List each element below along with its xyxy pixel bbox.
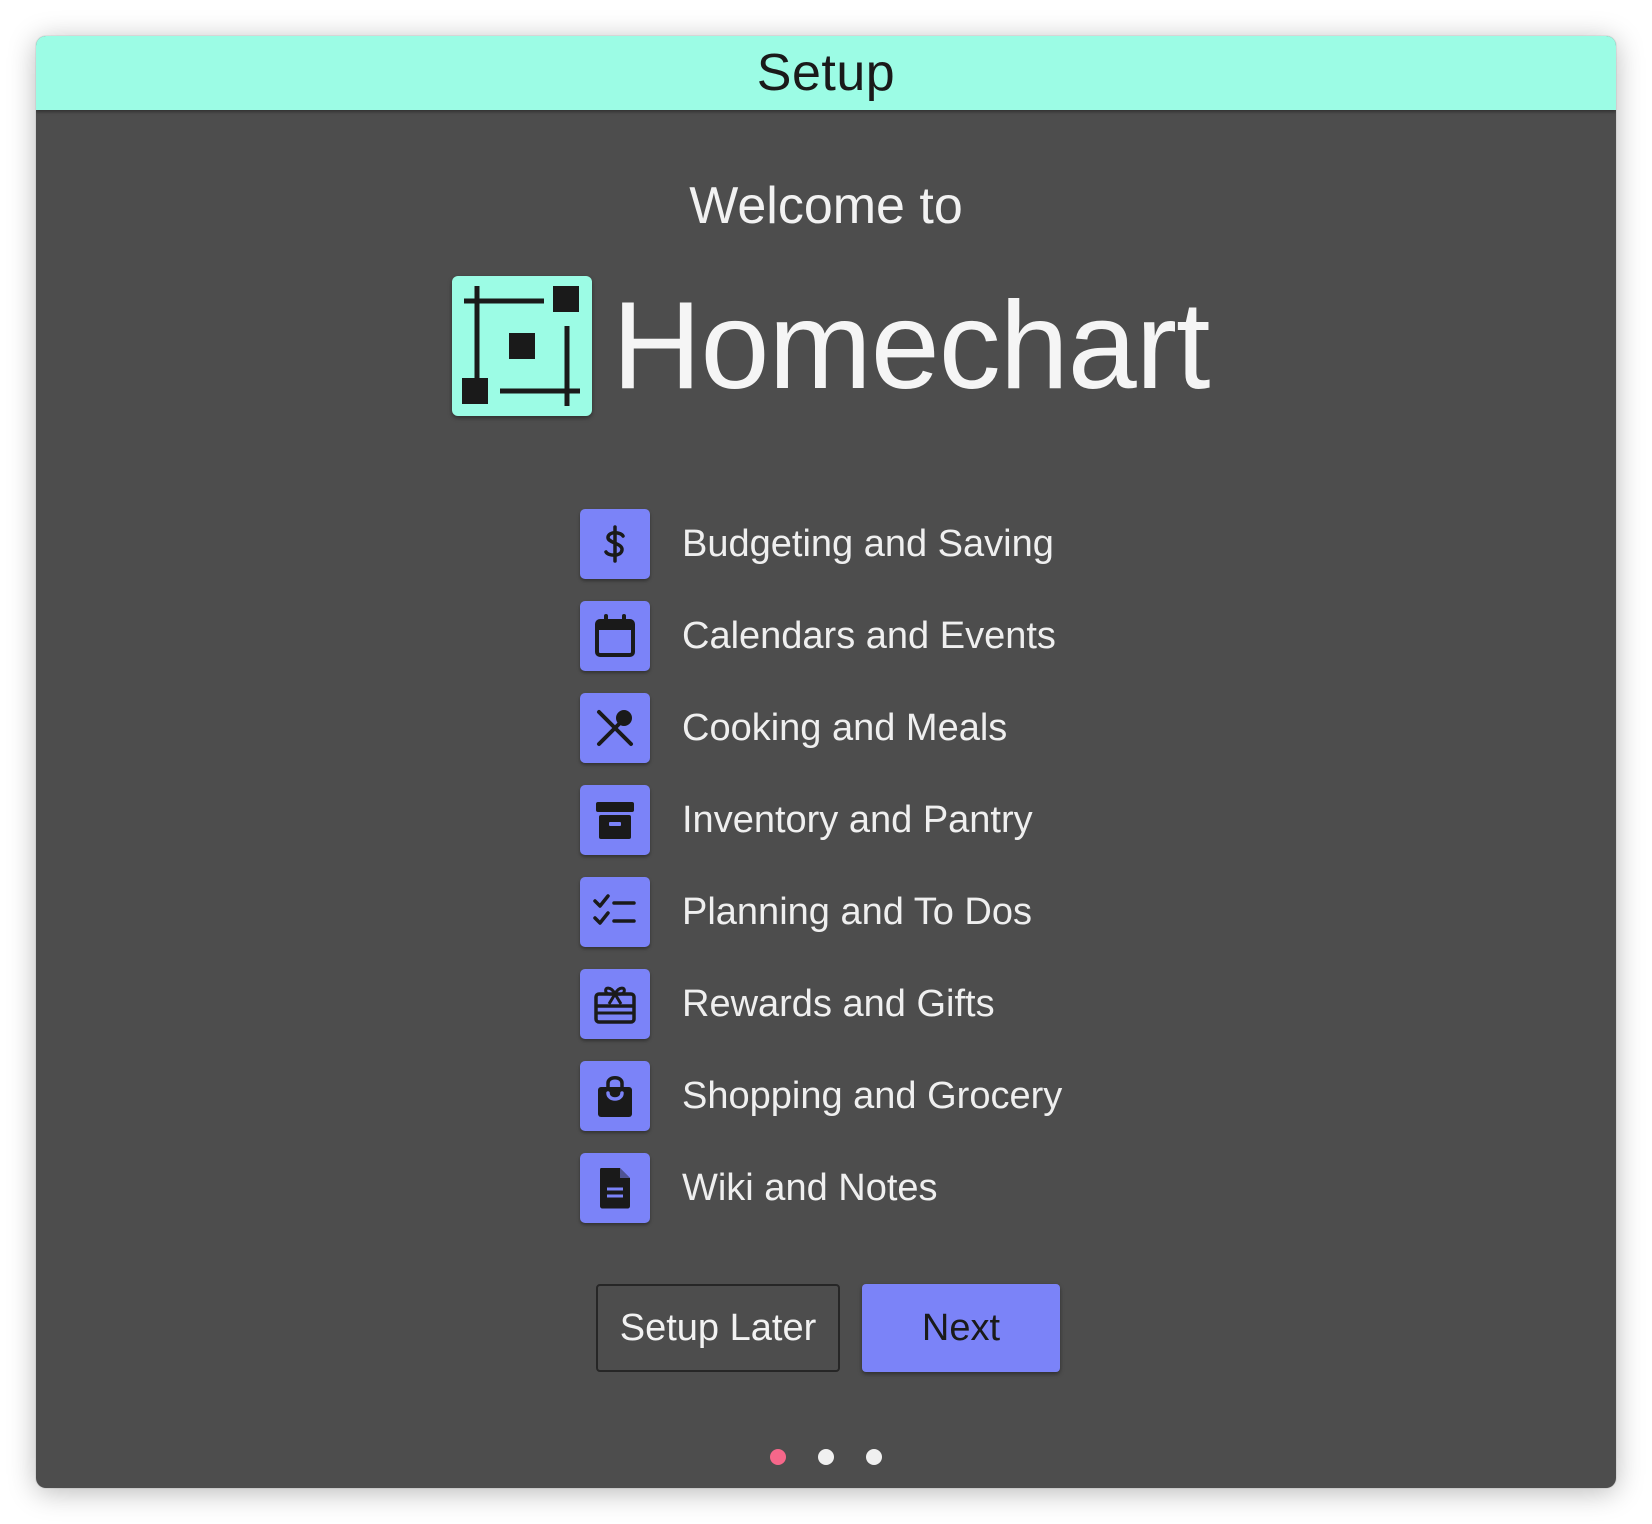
calendar-icon bbox=[580, 601, 650, 671]
feature-label: Inventory and Pantry bbox=[682, 798, 1033, 841]
document-icon bbox=[580, 1153, 650, 1223]
feature-item-inventory: Inventory and Pantry bbox=[580, 774, 1062, 866]
setup-window: Setup Welcome to Homechart Budgeting and… bbox=[36, 36, 1616, 1488]
title-bar: Setup bbox=[36, 36, 1616, 110]
setup-later-button[interactable]: Setup Later bbox=[596, 1284, 840, 1372]
dollar-icon bbox=[580, 509, 650, 579]
page-dot-2[interactable] bbox=[818, 1449, 834, 1465]
feature-label: Planning and To Dos bbox=[682, 890, 1032, 933]
brand: Homechart bbox=[452, 276, 1210, 416]
welcome-text: Welcome to bbox=[689, 177, 963, 235]
feature-label: Cooking and Meals bbox=[682, 706, 1008, 749]
pagination-dots bbox=[36, 1449, 1616, 1465]
feature-label: Budgeting and Saving bbox=[682, 522, 1054, 565]
checklist-icon bbox=[580, 877, 650, 947]
feature-item-shopping: Shopping and Grocery bbox=[580, 1050, 1062, 1142]
feature-item-rewards: Rewards and Gifts bbox=[580, 958, 1062, 1050]
feature-item-planning: Planning and To Dos bbox=[580, 866, 1062, 958]
feature-label: Wiki and Notes bbox=[682, 1166, 938, 1209]
shopping-bag-icon bbox=[580, 1061, 650, 1131]
feature-item-wiki: Wiki and Notes bbox=[580, 1142, 1062, 1234]
next-button[interactable]: Next bbox=[862, 1284, 1060, 1372]
homechart-logo-icon bbox=[452, 276, 592, 416]
feature-label: Shopping and Grocery bbox=[682, 1074, 1063, 1117]
window-title: Setup bbox=[756, 44, 896, 102]
feature-item-calendars: Calendars and Events bbox=[580, 590, 1062, 682]
action-buttons: Setup Later Next bbox=[36, 1284, 1616, 1372]
feature-item-cooking: Cooking and Meals bbox=[580, 682, 1062, 774]
page-dot-1[interactable] bbox=[770, 1449, 786, 1465]
gift-card-icon bbox=[580, 969, 650, 1039]
utensils-icon bbox=[580, 693, 650, 763]
feature-label: Calendars and Events bbox=[682, 614, 1056, 657]
page-dot-3[interactable] bbox=[866, 1449, 882, 1465]
app-name: Homechart bbox=[612, 277, 1210, 415]
feature-item-budgeting: Budgeting and Saving bbox=[580, 498, 1062, 590]
feature-list: Budgeting and Saving Calendars and Event… bbox=[580, 498, 1062, 1234]
feature-label: Rewards and Gifts bbox=[682, 982, 995, 1025]
archive-box-icon bbox=[580, 785, 650, 855]
